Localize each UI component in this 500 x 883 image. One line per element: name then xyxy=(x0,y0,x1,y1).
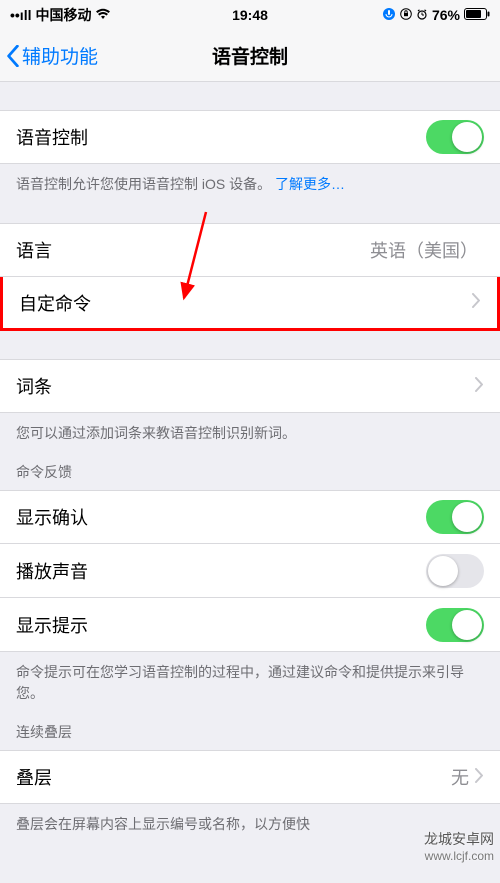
chevron-right-icon xyxy=(475,376,484,397)
custom-commands-row[interactable]: 自定命令 xyxy=(0,277,500,331)
show-hints-row: 显示提示 xyxy=(0,598,500,652)
carrier-label: 中国移动 xyxy=(35,5,91,25)
overlay-value: 无 xyxy=(451,764,469,790)
mic-icon xyxy=(382,7,396,24)
language-value: 英语（美国） xyxy=(370,237,478,263)
nav-bar: 辅助功能 语音控制 xyxy=(0,30,500,82)
clock: 19:48 xyxy=(232,7,268,23)
signal-icon: ••ıll xyxy=(10,7,31,23)
chevron-right-icon xyxy=(472,292,481,313)
feedback-footer: 命令提示可在您学习语音控制的过程中，通过建议命令和提供提示来引导您。 xyxy=(0,652,500,704)
voice-control-footer: 语音控制允许您使用语音控制 iOS 设备。 了解更多… xyxy=(0,164,500,195)
custom-commands-label: 自定命令 xyxy=(19,290,91,316)
alarm-icon xyxy=(416,7,428,23)
voice-control-switch[interactable] xyxy=(426,120,484,154)
language-label: 语言 xyxy=(16,237,52,263)
overlay-row[interactable]: 叠层 无 xyxy=(0,750,500,804)
vocabulary-footer: 您可以通过添加词条来教语音控制识别新词。 xyxy=(0,413,500,444)
wifi-icon xyxy=(95,7,111,23)
chevron-left-icon xyxy=(6,45,20,67)
chevron-right-icon xyxy=(475,767,484,788)
page-title: 语音控制 xyxy=(212,42,288,69)
watermark: 龙城安卓网 www.lcjf.com xyxy=(424,829,494,863)
overlay-label: 叠层 xyxy=(16,764,52,790)
watermark-line1: 龙城安卓网 xyxy=(424,829,494,849)
vocabulary-label: 词条 xyxy=(16,373,52,399)
lock-icon xyxy=(400,7,412,23)
play-sound-row: 播放声音 xyxy=(0,544,500,598)
language-row[interactable]: 语言 英语（美国） xyxy=(0,223,500,277)
status-bar: ••ıll 中国移动 19:48 76% xyxy=(0,0,500,30)
battery-icon xyxy=(464,7,490,23)
watermark-line2: www.lcjf.com xyxy=(424,849,494,863)
feedback-header: 命令反馈 xyxy=(0,444,500,490)
learn-more-link[interactable]: 了解更多… xyxy=(275,176,345,192)
back-button[interactable]: 辅助功能 xyxy=(0,42,98,69)
show-confirm-label: 显示确认 xyxy=(16,504,88,530)
voice-control-row: 语音控制 xyxy=(0,110,500,164)
back-label: 辅助功能 xyxy=(22,42,98,69)
show-confirm-switch[interactable] xyxy=(426,500,484,534)
show-hints-label: 显示提示 xyxy=(16,612,88,638)
play-sound-switch[interactable] xyxy=(426,554,484,588)
overlay-header: 连续叠层 xyxy=(0,704,500,750)
play-sound-label: 播放声音 xyxy=(16,558,88,584)
vocabulary-row[interactable]: 词条 xyxy=(0,359,500,413)
battery-pct: 76% xyxy=(432,7,460,23)
show-confirm-row: 显示确认 xyxy=(0,490,500,544)
voice-control-label: 语音控制 xyxy=(16,124,88,150)
show-hints-switch[interactable] xyxy=(426,608,484,642)
